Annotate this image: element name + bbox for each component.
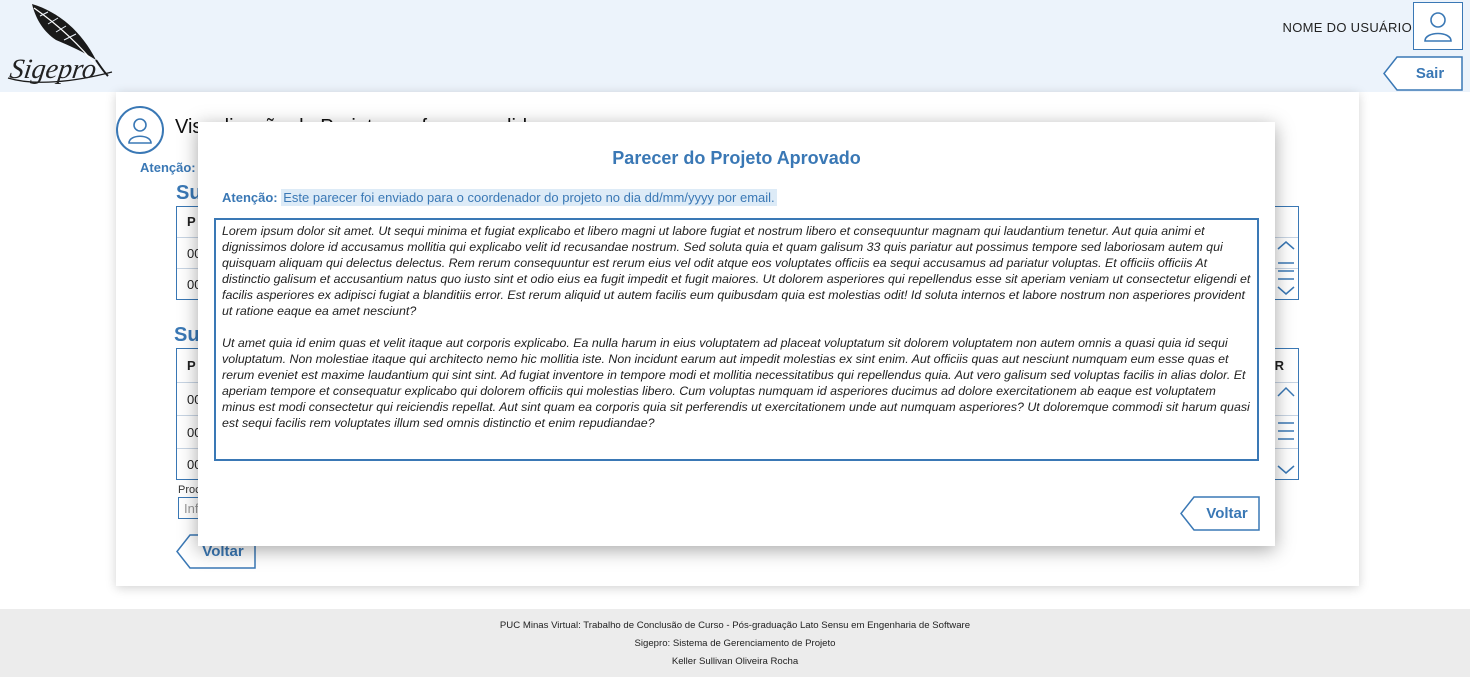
user-icon [1424,12,1452,42]
opinion-paragraph-1: Lorem ipsum dolor sit amet. Ut sequi min… [222,224,1251,318]
modal-back-button[interactable]: Voltar [1180,496,1260,531]
modal-title: Parecer do Projeto Aprovado [612,148,861,168]
search-input[interactable]: Inf [178,497,200,519]
app-footer: PUC Minas Virtual: Trabalho de Conclusão… [0,609,1470,677]
section2-title: Su [174,324,200,346]
card-avatar [116,106,164,154]
modal-attention-label: Atenção: [222,190,278,205]
table-scrollbar[interactable] [1274,237,1298,299]
logout-button[interactable]: Sair [1383,56,1463,91]
footer-line-2: Sigepro: Sistema de Gerenciamento de Pro… [634,638,836,649]
modal-attention: Atenção: Este parecer foi enviado para o… [222,189,777,206]
app-header: Sigepro NOME DO USUÁRIO Sair [0,0,1470,92]
user-avatar-button[interactable] [1413,2,1463,50]
username-label: NOME DO USUÁRIO [1282,20,1412,35]
table-header-cell: P [187,214,196,229]
footer-line-1: PUC Minas Virtual: Trabalho de Conclusão… [499,620,971,631]
opinion-textarea[interactable]: Lorem ipsum dolor sit amet. Ut sequi min… [214,218,1259,461]
modal-back-label: Voltar [1206,505,1248,522]
footer-line-3: Keller Sullivan Oliveira Rocha [671,656,799,667]
app-logo[interactable]: Sigepro [4,2,116,88]
logo-text: Sigepro [7,54,99,85]
table-header-cell-right: R [1274,358,1284,373]
table-scrollbar[interactable] [1274,382,1298,479]
logout-label: Sair [1415,65,1445,82]
opinion-paragraph-2: Ut amet quia id enim quas et velit itaqu… [222,336,1250,430]
modal-attention-text: Este parecer foi enviado para o coordena… [281,189,777,206]
approval-opinion-modal: Parecer do Projeto Aprovado Atenção: Est… [198,122,1275,546]
table-header-cell: P [187,358,196,373]
card-attention-label: Atenção: [140,160,196,175]
user-icon [128,118,152,144]
